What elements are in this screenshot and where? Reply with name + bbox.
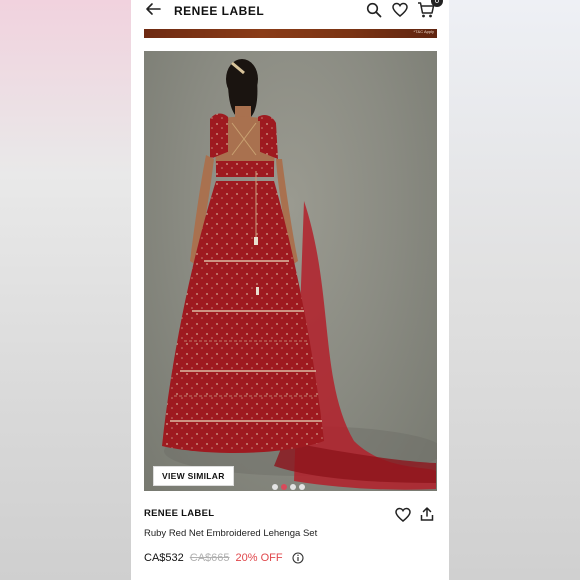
back-arrow-icon[interactable] xyxy=(145,2,161,16)
wishlist-heart-icon[interactable] xyxy=(395,507,411,523)
info-icon[interactable] xyxy=(292,552,304,564)
original-price: CA$665 xyxy=(189,552,230,564)
carousel-dot[interactable] xyxy=(290,484,296,490)
promo-banner[interactable]: *T&C Apply xyxy=(144,29,437,38)
search-icon[interactable] xyxy=(366,2,382,18)
discount-label: 20% OFF xyxy=(235,552,283,564)
carousel-dot[interactable] xyxy=(299,484,305,490)
app-screen: RENEE LABEL 0 *T&C Apply VIEW SIMILAR RE… xyxy=(131,0,449,580)
heart-icon[interactable] xyxy=(392,2,408,18)
carousel-dot[interactable] xyxy=(272,484,278,490)
lehenga-photo xyxy=(162,59,437,490)
share-icon[interactable] xyxy=(419,506,435,522)
cart-count-badge: 0 xyxy=(431,0,443,7)
product-name: Ruby Red Net Embroidered Lehenga Set xyxy=(144,528,318,539)
price-row: CA$532 CA$665 20% OFF xyxy=(144,552,283,564)
background-right xyxy=(449,0,580,580)
product-brand[interactable]: RENEE LABEL xyxy=(144,508,214,519)
carousel-dots xyxy=(272,477,308,495)
top-bar: RENEE LABEL 0 xyxy=(131,0,449,24)
background-left xyxy=(0,0,131,580)
page-title: RENEE LABEL xyxy=(174,4,265,18)
carousel-dot-active[interactable] xyxy=(281,484,287,490)
banner-caption: *T&C Apply xyxy=(413,29,434,34)
product-image[interactable] xyxy=(144,51,437,491)
view-similar-button[interactable]: VIEW SIMILAR xyxy=(153,466,234,486)
current-price: CA$532 xyxy=(144,552,184,564)
